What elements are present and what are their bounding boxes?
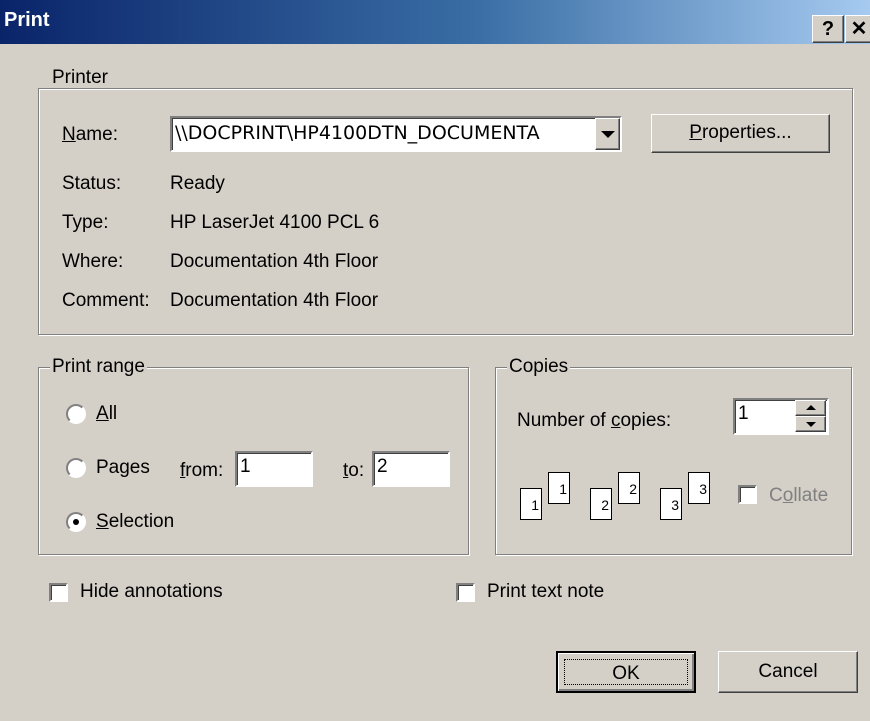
printer-legend: Printer <box>50 67 110 88</box>
status-label: Status: <box>62 173 122 194</box>
arrow-down-icon <box>806 422 816 427</box>
page-icon: 3 <box>688 472 710 504</box>
collate-label[interactable]: Collate <box>769 485 828 507</box>
radio-pages[interactable] <box>66 458 86 478</box>
radio-all[interactable] <box>66 404 86 424</box>
where-value: Documentation 4th Floor <box>170 251 379 272</box>
where-label: Where: <box>62 251 124 272</box>
printer-name-select[interactable]: \\DOCPRINT\HP4100DTN_DOCUMENTA <box>170 116 622 152</box>
arrow-up-icon <box>806 405 816 410</box>
name-label: Name: <box>62 124 118 145</box>
page-icon: 1 <box>548 472 570 504</box>
to-input[interactable]: 2 <box>372 451 450 487</box>
comment-label: Comment: <box>62 290 150 311</box>
print-text-note-checkbox[interactable] <box>456 583 475 602</box>
hide-annotations-label[interactable]: Hide annotations <box>80 581 223 603</box>
status-value: Ready <box>170 173 225 194</box>
window-title: Print <box>4 9 50 31</box>
page-icon: 2 <box>590 488 612 520</box>
copies-legend: Copies <box>507 356 571 377</box>
radio-selection[interactable] <box>66 512 86 532</box>
printer-dropdown-button[interactable] <box>595 118 620 150</box>
ok-button-label: OK <box>564 659 688 685</box>
radio-all-label[interactable]: All <box>96 403 117 425</box>
radio-dot <box>73 519 79 525</box>
cancel-button[interactable]: Cancel <box>718 651 858 693</box>
number-of-copies-label: Number of copies: <box>517 410 672 431</box>
type-value: HP LaserJet 4100 PCL 6 <box>170 212 380 233</box>
close-button[interactable]: ✕ <box>845 15 870 43</box>
page-icon: 1 <box>520 488 542 520</box>
comment-value: Documentation 4th Floor <box>170 290 379 311</box>
collate-checkbox[interactable] <box>738 485 757 504</box>
radio-pages-label[interactable]: Pages <box>96 457 150 479</box>
help-button[interactable]: ? <box>812 15 844 43</box>
spin-up-button[interactable] <box>795 400 826 416</box>
spin-down-button[interactable] <box>795 416 826 432</box>
chevron-down-icon <box>601 131 615 138</box>
collate-pages-icon: 1 1 2 2 3 3 <box>520 470 715 530</box>
from-label: from: <box>180 460 224 481</box>
from-input[interactable]: 1 <box>235 451 313 487</box>
to-label: to: <box>343 460 365 481</box>
properties-button[interactable]: Properties... <box>651 114 830 153</box>
radio-selection-label[interactable]: Selection <box>96 511 174 533</box>
title-bar <box>0 0 870 44</box>
print-range-legend: Print range <box>50 356 147 377</box>
print-text-note-label[interactable]: Print text note <box>487 581 604 603</box>
page-icon: 3 <box>660 488 682 520</box>
type-label: Type: <box>62 212 109 233</box>
ok-button[interactable]: OK <box>556 651 696 693</box>
hide-annotations-checkbox[interactable] <box>49 583 68 602</box>
page-icon: 2 <box>618 472 640 504</box>
